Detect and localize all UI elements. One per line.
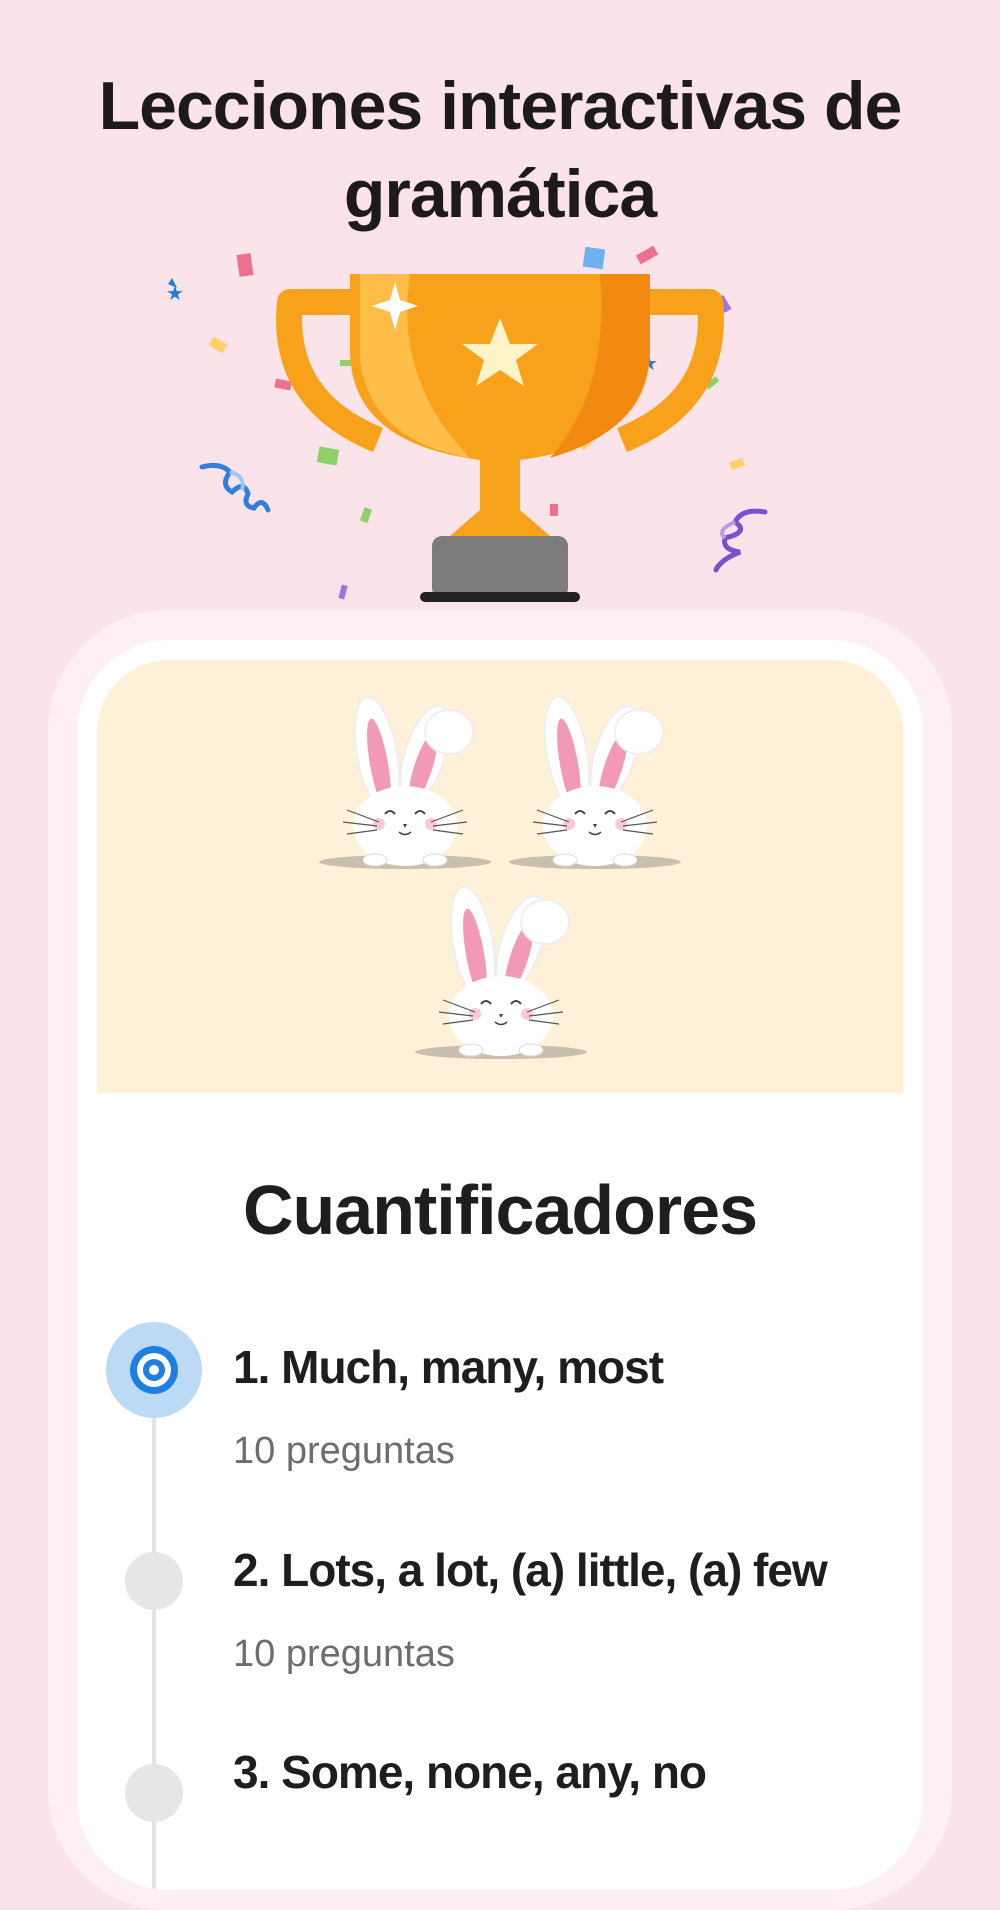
lesson-banner <box>97 660 903 1093</box>
lesson-title: Cuantificadores <box>243 1171 758 1249</box>
svg-text:★: ★ <box>166 283 184 305</box>
bunny-illustration <box>509 695 681 869</box>
lesson-item-subtitle: 10 preguntas <box>233 1633 455 1675</box>
bunny-illustration <box>415 885 587 1059</box>
lesson-item-title[interactable]: 3. Some, none, any, no <box>233 1745 707 1799</box>
bunny-illustration <box>319 695 491 869</box>
current-lesson-node[interactable] <box>106 1322 202 1418</box>
lesson-node[interactable] <box>125 1552 183 1610</box>
lesson-node[interactable] <box>125 1764 183 1822</box>
lesson-item-title[interactable]: 1. Much, many, most <box>233 1340 664 1394</box>
headline: Lecciones interactivas de gramática <box>98 68 903 232</box>
lesson-card: Cuantificadores 1. Much, many, most 10 p… <box>77 640 923 1890</box>
trophy-illustration: ★ ★ <box>166 245 768 602</box>
lesson-item-subtitle: 10 preguntas <box>233 1430 455 1472</box>
target-icon <box>130 1346 178 1394</box>
lesson-item-title[interactable]: 2. Lots, a lot, (a) little, (a) few <box>233 1543 828 1597</box>
